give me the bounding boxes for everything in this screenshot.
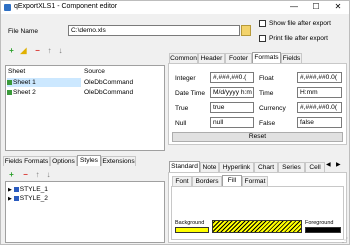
style-icon bbox=[13, 186, 19, 192]
style-name: STYLE_2 bbox=[19, 195, 48, 202]
app-icon bbox=[4, 4, 11, 11]
sheet-source: OleDbCommand bbox=[84, 89, 134, 96]
file-name-input[interactable]: C:\demo.xls bbox=[68, 25, 240, 36]
show-after-export-label: Show file after export bbox=[269, 20, 331, 27]
minimize-button[interactable]: — bbox=[283, 1, 305, 14]
tab-scroll-right-icon[interactable]: ▶ bbox=[336, 161, 341, 168]
sheet-icon bbox=[7, 89, 12, 95]
tab-options[interactable]: Options bbox=[50, 156, 77, 166]
expand-icon[interactable]: ▶ bbox=[8, 187, 12, 193]
true-input[interactable]: true bbox=[210, 102, 254, 113]
time-label: Time bbox=[259, 90, 274, 97]
float-input[interactable]: #,###,##0.0( bbox=[297, 72, 342, 83]
time-input[interactable]: H:mm bbox=[297, 87, 342, 98]
datetime-input[interactable]: M/d/yyyy h:m bbox=[210, 87, 254, 98]
integer-input[interactable]: #,###,##0.( bbox=[210, 72, 254, 83]
background-label: Background bbox=[175, 220, 205, 226]
reset-button[interactable]: Reset bbox=[172, 132, 343, 142]
style-name: STYLE_1 bbox=[19, 186, 48, 193]
sheet-column-header[interactable]: Sheet bbox=[8, 67, 25, 77]
sheets-list: Sheet Source Sheet 1 OleDbCommand Sheet … bbox=[5, 65, 165, 151]
move-down-icon[interactable]: ↓ bbox=[57, 47, 64, 55]
fill-panel: Background Foreground bbox=[171, 186, 344, 240]
clear-sheet-icon[interactable]: ◢ bbox=[20, 47, 27, 55]
currency-input[interactable]: #,###,##0.0( bbox=[297, 102, 342, 113]
folder-browse-icon[interactable] bbox=[241, 25, 251, 36]
subtab-format[interactable]: Format bbox=[242, 176, 268, 186]
tab-chart[interactable]: Chart bbox=[254, 162, 278, 172]
style-item-1[interactable]: ▶ STYLE_1 bbox=[8, 185, 48, 194]
style-item-2[interactable]: ▶ STYLE_2 bbox=[8, 194, 48, 203]
sheet-name: Sheet 2 bbox=[13, 89, 36, 96]
add-style-icon[interactable]: + bbox=[8, 171, 15, 179]
tab-formats[interactable]: Formats bbox=[252, 52, 281, 63]
subtab-fill[interactable]: Fill bbox=[222, 175, 242, 186]
subtab-font[interactable]: Font bbox=[172, 176, 192, 186]
sheet-name: Sheet 1 bbox=[13, 79, 36, 86]
tab-scroll-left-icon[interactable]: ◀ bbox=[326, 161, 331, 168]
style-move-down-icon[interactable]: ↓ bbox=[45, 171, 52, 179]
tab-cell[interactable]: Cell bbox=[305, 162, 325, 172]
tab-styles[interactable]: Styles bbox=[77, 155, 101, 166]
tab-fields-formats[interactable]: Fields Formats bbox=[3, 156, 50, 166]
remove-sheet-icon[interactable]: − bbox=[34, 47, 41, 55]
tab-note[interactable]: Note bbox=[200, 162, 219, 172]
resize-grip-icon[interactable]: ⋰ bbox=[342, 237, 348, 244]
null-input[interactable]: null bbox=[210, 117, 254, 128]
integer-label: Integer bbox=[175, 75, 196, 82]
tab-fields[interactable]: Fields bbox=[281, 53, 302, 63]
component-editor-window: qExportXLS1 - Component editor — ☐ ✕ Fil… bbox=[0, 0, 350, 245]
tab-footer[interactable]: Footer bbox=[225, 53, 252, 63]
show-after-export-checkbox[interactable] bbox=[259, 20, 266, 27]
style-move-up-icon[interactable]: ↑ bbox=[34, 171, 41, 179]
sheet-row-1[interactable]: Sheet 1 bbox=[7, 78, 81, 87]
expand-icon[interactable]: ▶ bbox=[8, 196, 12, 202]
null-label: Null bbox=[175, 120, 187, 127]
close-button[interactable]: ✕ bbox=[327, 1, 349, 14]
foreground-color-swatch[interactable] bbox=[305, 227, 341, 233]
styles-list: ▶ STYLE_1 ▶ STYLE_2 bbox=[5, 181, 165, 243]
float-label: Float bbox=[259, 75, 274, 82]
tab-hyperlink[interactable]: Hyperlink bbox=[219, 162, 254, 172]
tab-header[interactable]: Header bbox=[198, 53, 225, 63]
false-input[interactable]: false bbox=[297, 117, 342, 128]
window-title: qExportXLS1 - Component editor bbox=[14, 3, 118, 10]
datetime-label: Date Time bbox=[175, 90, 206, 97]
file-name-label: File Name bbox=[8, 28, 39, 35]
remove-style-icon[interactable]: − bbox=[22, 171, 29, 179]
move-up-icon[interactable]: ↑ bbox=[46, 47, 53, 55]
sheet-icon bbox=[7, 79, 12, 85]
print-after-export-label: Print file after export bbox=[269, 35, 329, 42]
tab-common[interactable]: Common bbox=[169, 53, 198, 63]
maximize-button[interactable]: ☐ bbox=[305, 1, 327, 14]
currency-label: Currency bbox=[259, 105, 286, 112]
source-column-header[interactable]: Source bbox=[84, 67, 105, 77]
style-standard-panel: Font Borders Fill Format Background Fore… bbox=[168, 172, 347, 243]
tab-series[interactable]: Series bbox=[278, 162, 305, 172]
true-label: True bbox=[175, 105, 189, 112]
tab-extensions[interactable]: Extensions bbox=[101, 156, 136, 166]
style-icon bbox=[13, 195, 19, 201]
background-color-swatch[interactable] bbox=[175, 227, 209, 233]
foreground-label: Foreground bbox=[305, 220, 334, 226]
subtab-borders[interactable]: Borders bbox=[192, 176, 222, 186]
pattern-preview[interactable] bbox=[212, 220, 302, 233]
sheet-source: OleDbCommand bbox=[84, 79, 134, 86]
tab-standard[interactable]: Standard bbox=[169, 161, 200, 172]
add-sheet-icon[interactable]: + bbox=[8, 47, 15, 55]
false-label: False bbox=[259, 120, 276, 127]
sheet-row-2[interactable]: Sheet 2 bbox=[7, 88, 81, 97]
print-after-export-checkbox[interactable] bbox=[259, 35, 266, 42]
title-bar: qExportXLS1 - Component editor — ☐ ✕ bbox=[1, 1, 349, 14]
